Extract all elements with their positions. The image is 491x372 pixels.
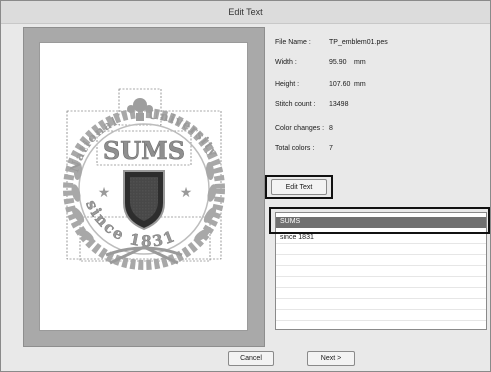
star-right-icon: ★ — [180, 184, 193, 200]
list-item-empty — [276, 244, 486, 255]
info-total-colors: Total colors : 7 — [275, 145, 333, 152]
design-canvas: National University SUMS ★ ★ since 1831 — [39, 42, 248, 331]
info-file-name: File Name : TP_emblem01.pes — [275, 39, 388, 46]
info-height: Height : 107.60 mm — [275, 81, 366, 88]
info-stitch-count: Stitch count : 13498 — [275, 101, 349, 108]
next-button[interactable]: Next > — [307, 351, 355, 366]
dialog-title: Edit Text — [228, 7, 263, 17]
star-left-icon: ★ — [98, 184, 111, 200]
list-item-empty — [276, 310, 486, 321]
title-bar[interactable]: Edit Text — [1, 1, 490, 24]
shield-icon — [123, 170, 165, 231]
list-item-empty — [276, 299, 486, 310]
edit-text-dialog: Edit Text National University SUMS ★ ★ s… — [0, 0, 491, 372]
list-item-empty — [276, 277, 486, 288]
list-item-empty — [276, 288, 486, 299]
cancel-button[interactable]: Cancel — [228, 351, 274, 366]
emblem-design: National University SUMS ★ ★ since 1831 — [63, 88, 225, 270]
info-color-changes: Color changes : 8 — [275, 125, 333, 132]
list-item-empty — [276, 255, 486, 266]
selected-text-callout — [269, 207, 490, 234]
info-width: Width : 95.90 mm — [275, 59, 366, 66]
list-item[interactable]: since 1831 — [276, 233, 486, 244]
emblem-main-text: SUMS — [103, 136, 185, 165]
list-item-empty — [276, 266, 486, 277]
edit-text-button[interactable]: Edit Text — [271, 179, 327, 195]
